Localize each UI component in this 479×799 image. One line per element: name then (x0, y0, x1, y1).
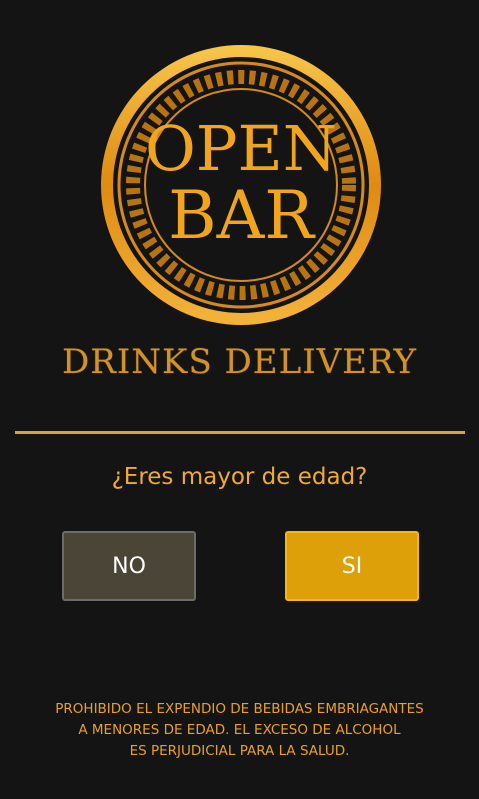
logo-line1: OPEN (145, 112, 337, 185)
logo-line2: BAR (168, 177, 316, 254)
open-bar-logo-icon: OPEN BAR (96, 40, 386, 330)
warning-line-3: ES PERJUDICIAL PARA LA SALUD. (129, 743, 350, 759)
legal-warning: PROHIBIDO EL EXPENDIO DE BEBIDAS EMBRIAG… (0, 699, 479, 762)
age-question: ¿Eres mayor de edad? (111, 464, 368, 490)
warning-line-2: A MENORES DE EDAD. EL EXCESO DE ALCOHOL (78, 722, 401, 738)
no-button-label: NO (112, 553, 146, 579)
si-button[interactable]: SI (285, 531, 419, 601)
warning-line-1: PROHIBIDO EL EXPENDIO DE BEBIDAS EMBRIAG… (55, 701, 424, 717)
si-button-label: SI (341, 553, 363, 579)
divider (15, 431, 465, 434)
tagline: DRINKS DELIVERY (62, 342, 417, 382)
no-button[interactable]: NO (62, 531, 196, 601)
